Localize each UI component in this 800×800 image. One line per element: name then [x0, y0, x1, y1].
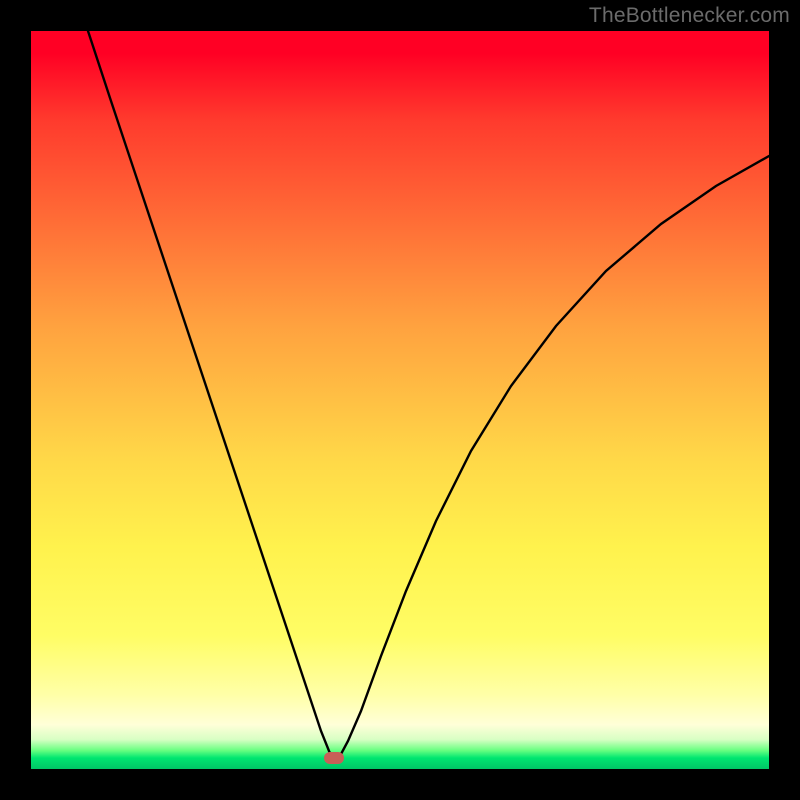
bottleneck-curve [31, 31, 769, 769]
optimum-marker [324, 752, 344, 764]
chart-frame: TheBottlenecker.com [0, 0, 800, 800]
plot-area [31, 31, 769, 769]
watermark-text: TheBottlenecker.com [589, 4, 790, 28]
